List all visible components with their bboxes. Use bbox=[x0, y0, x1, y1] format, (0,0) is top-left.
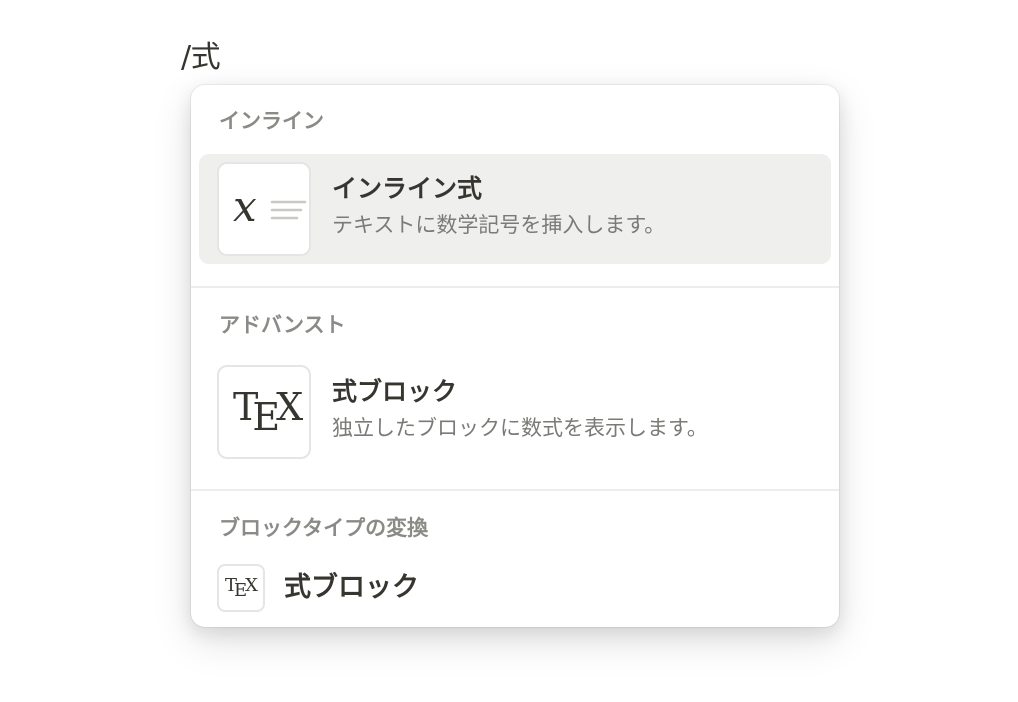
svg-text:x: x bbox=[233, 182, 257, 231]
menu-item-title: インライン式 bbox=[332, 174, 483, 203]
tex-icon: TEX bbox=[233, 385, 304, 439]
section-divider bbox=[191, 489, 839, 491]
menu-item-turn-into-equation-block[interactable]: TEX 式ブロック bbox=[199, 563, 831, 619]
slash-command-menu: インライン x インライン式 テキストに数学記号を挿入します。 アドバンスト T… bbox=[191, 85, 839, 627]
section-header-inline: インライン bbox=[219, 109, 324, 133]
inline-math-thumbnail: x bbox=[217, 162, 311, 256]
menu-item-description: テキストに数学記号を挿入します。 bbox=[332, 213, 666, 237]
tex-thumbnail: TEX bbox=[217, 365, 311, 459]
inline-math-icon: x bbox=[233, 182, 307, 231]
section-header-turn-into: ブロックタイプの変換 bbox=[219, 516, 429, 540]
menu-item-inline-equation[interactable]: x インライン式 テキストに数学記号を挿入します。 bbox=[199, 154, 831, 264]
menu-item-title: 式ブロック bbox=[332, 377, 458, 406]
section-header-advanced: アドバンスト bbox=[219, 313, 346, 337]
menu-item-title: 式ブロック bbox=[284, 572, 419, 603]
tex-thumbnail-small: TEX bbox=[217, 564, 265, 612]
section-divider bbox=[191, 286, 839, 288]
tex-icon: TEX bbox=[225, 575, 258, 601]
menu-item-description: 独立したブロックに数式を表示します。 bbox=[332, 416, 708, 440]
command-input-text[interactable]: /式 bbox=[181, 38, 221, 78]
menu-item-equation-block[interactable]: TEX 式ブロック 独立したブロックに数式を表示します。 bbox=[199, 357, 831, 467]
page: /式 インライン x インライン式 テキストに数学記号を挿入します。 アドバンス… bbox=[0, 0, 1018, 702]
